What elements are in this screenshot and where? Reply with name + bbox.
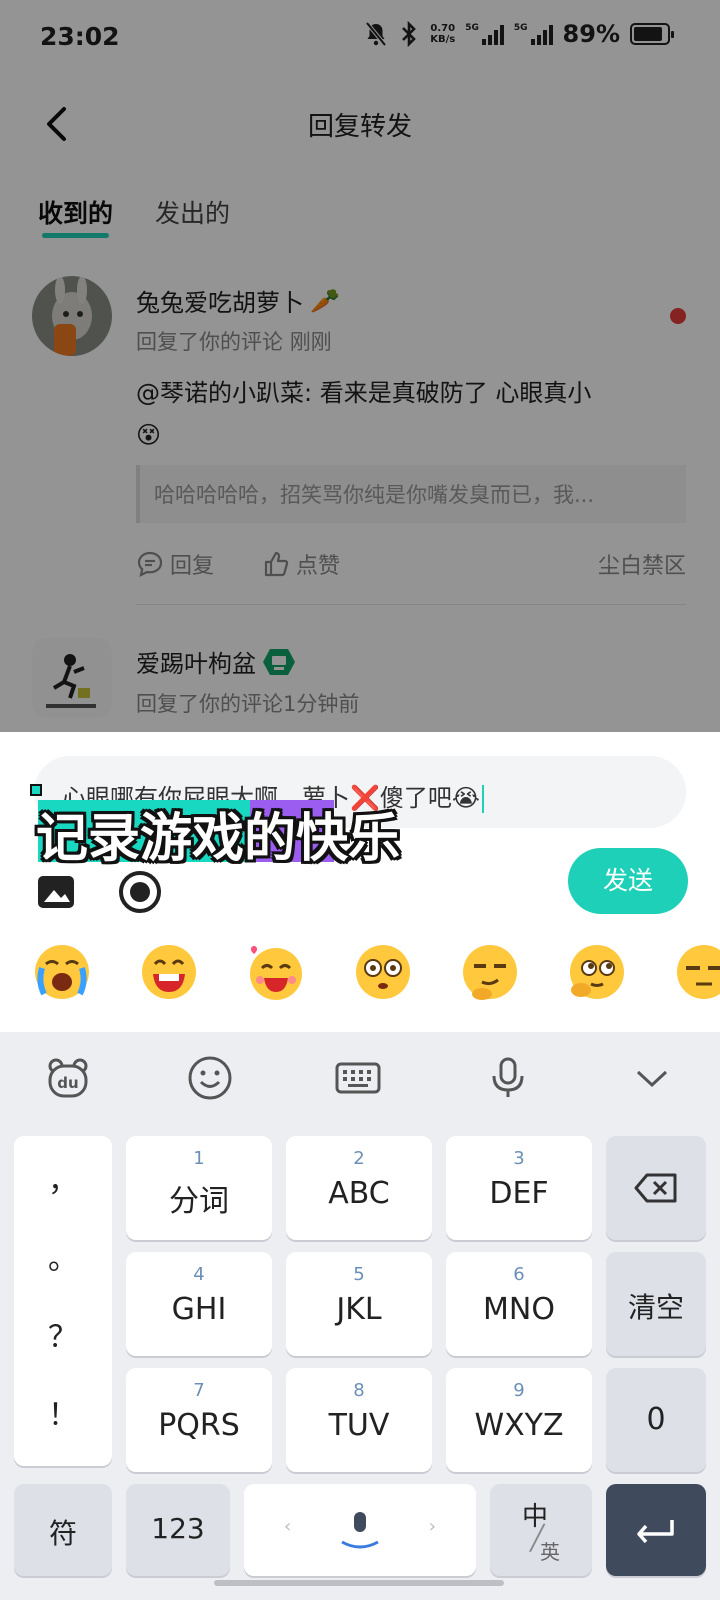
carrot-icon: 🥕 (310, 286, 340, 315)
notice-meta: 回复了你的评论 刚刚 (136, 330, 332, 354)
pleading-face-icon[interactable] (567, 942, 627, 1002)
like-action[interactable]: 点赞 (262, 548, 340, 580)
keyboard-icon[interactable] (334, 1054, 382, 1102)
key-6-mno[interactable]: 6 MNO (446, 1252, 592, 1356)
verified-badge-icon (263, 648, 295, 675)
top-bar: 回复转发 (0, 78, 720, 170)
grinning-face-icon[interactable] (139, 942, 199, 1002)
emoji-suggestion-row (0, 942, 720, 1022)
battery-percent: 89% (562, 20, 620, 48)
signal-sim2-icon: 5G (514, 23, 553, 45)
key-3-def[interactable]: 3 DEF (446, 1136, 592, 1240)
key-7-pqrs[interactable]: 7 PQRS (126, 1368, 272, 1472)
username[interactable]: 兔兔爱吃胡萝卜 🥕 (136, 283, 340, 318)
key-2-abc[interactable]: 2 ABC (286, 1136, 432, 1240)
reply-action[interactable]: 回复 (136, 548, 214, 580)
username[interactable]: 爱踢叶枸盆 (136, 644, 296, 679)
quoted-comment[interactable]: 哈哈哈哈哈，招笑骂你纯是你嘴发臭而已，我... (136, 465, 686, 523)
punct-key[interactable]: 。 (14, 1234, 112, 1278)
comment-bubble-icon (137, 551, 163, 577)
smile-icon[interactable] (186, 1054, 234, 1102)
unread-dot (670, 308, 686, 324)
backspace-key[interactable] (606, 1136, 706, 1240)
key-4-ghi[interactable]: 4 GHI (126, 1252, 272, 1356)
clear-key[interactable]: 清空 (606, 1252, 706, 1356)
chevron-down-icon[interactable] (628, 1054, 676, 1102)
keyboard: du ， 。 ？ ！ 1 分词 2 ABC 3 DEF 4 GHI 5 JKL … (0, 1032, 720, 1600)
space-key[interactable]: ‹ › (244, 1484, 476, 1576)
crying-face-icon[interactable] (32, 942, 92, 1002)
network-speed: 0.70 KB/s (430, 23, 456, 45)
dizzy-face-icon[interactable] (353, 942, 413, 1002)
voice-input-icon (341, 1512, 379, 1549)
cursor-right-icon: › (428, 1516, 436, 1537)
tab-received[interactable]: 收到的 (38, 194, 113, 238)
unamused-face-icon[interactable] (674, 942, 720, 1002)
key-8-tuv[interactable]: 8 TUV (286, 1368, 432, 1472)
reply-panel: 心眼哪有你屁眼大啊，萝卜❌傻了吧😭 发送 (0, 732, 720, 1032)
enter-icon (637, 1520, 674, 1544)
watermark-text: 记录游戏的快乐 (36, 809, 401, 869)
number-switch-key[interactable]: 123 (126, 1484, 230, 1576)
status-bar: 23:02 0.70 KB/s 5G 5G 89% (0, 0, 720, 78)
comment-content[interactable]: @琴诺的小趴菜: 看来是真破防了 心眼真小 😵 (136, 372, 686, 456)
signal-sim1-icon: 5G (465, 23, 504, 45)
avatar[interactable] (32, 638, 112, 718)
key-1-fenci[interactable]: 1 分词 (126, 1136, 272, 1240)
punct-key[interactable]: ？ (14, 1312, 112, 1356)
watermark-corner (30, 784, 42, 796)
punctuation-column[interactable]: ， 。 ？ ！ (14, 1136, 112, 1466)
key-0[interactable]: 0 (606, 1368, 706, 1472)
status-time: 23:02 (40, 22, 120, 51)
avatar[interactable] (32, 276, 112, 356)
enter-key[interactable] (606, 1484, 706, 1576)
love-face-icon[interactable] (246, 942, 306, 1002)
du-bear-icon[interactable]: du (44, 1054, 92, 1102)
keyboard-toolbar: du (0, 1032, 720, 1124)
smug-face-icon[interactable] (460, 942, 520, 1002)
symbol-key[interactable]: 符 (14, 1484, 112, 1576)
punct-key[interactable]: ， (14, 1156, 112, 1200)
text-caret (481, 785, 484, 813)
svg-text:du: du (57, 1074, 78, 1092)
send-button[interactable]: 发送 (568, 848, 688, 914)
dizzy-emoji-icon: 😵 (136, 421, 162, 449)
punct-key[interactable]: ！ (14, 1390, 112, 1434)
cursor-left-icon: ‹ (284, 1516, 292, 1537)
home-indicator[interactable] (214, 1580, 504, 1586)
mic-icon[interactable] (484, 1054, 532, 1102)
backspace-icon (634, 1173, 677, 1203)
tab-sent[interactable]: 发出的 (155, 194, 230, 238)
battery-icon (630, 23, 674, 45)
source-label[interactable]: 尘白禁区 (598, 548, 686, 580)
thumbs-up-icon (264, 551, 289, 577)
page-title: 回复转发 (307, 112, 412, 142)
bluetooth-icon (402, 21, 417, 47)
key-9-wxyz[interactable]: 9 WXYZ (446, 1368, 592, 1472)
language-switch-key[interactable]: 中 ╱ 英 (490, 1484, 592, 1576)
divider (136, 604, 686, 605)
emoji-picker-icon[interactable] (118, 870, 162, 914)
notice-meta: 回复了你的评论1分钟前 (136, 692, 360, 716)
mute-bell-icon (365, 21, 387, 47)
image-picker-icon[interactable] (36, 874, 76, 910)
status-icons: 0.70 KB/s 5G 5G 89% (364, 20, 674, 48)
tab-bar: 收到的 发出的 (38, 194, 230, 238)
key-5-jkl[interactable]: 5 JKL (286, 1252, 432, 1356)
